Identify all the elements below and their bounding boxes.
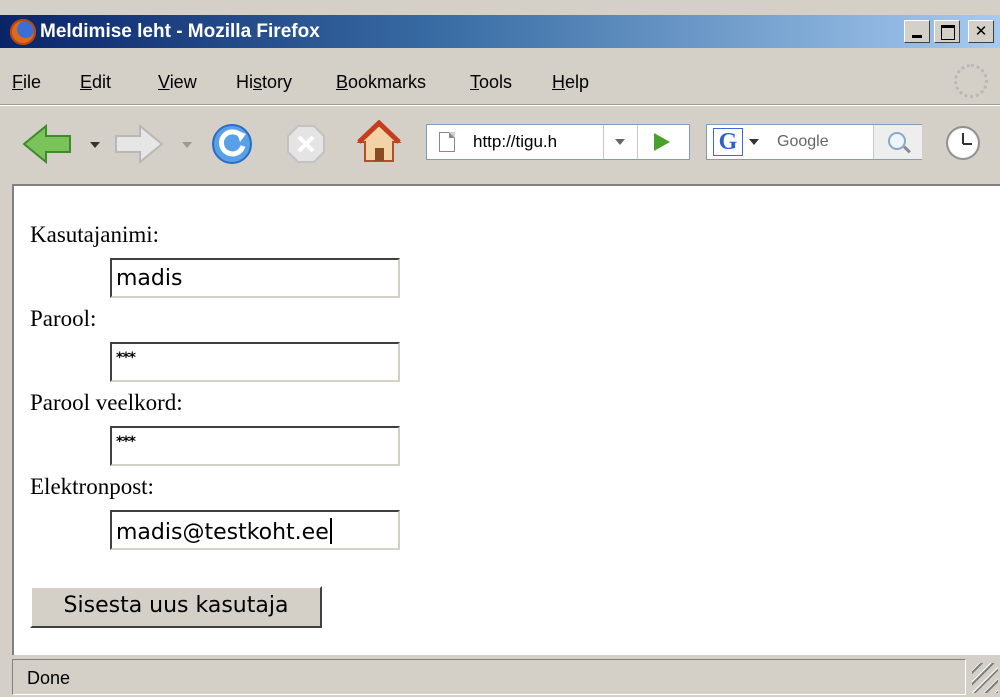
search-bar[interactable]: G Google bbox=[706, 124, 922, 160]
status-panel: Done bbox=[12, 659, 966, 695]
go-arrow-icon bbox=[654, 133, 670, 151]
menu-bar: File Edit View History Bookmarks Tools H… bbox=[0, 60, 1000, 106]
password-repeat-label: Parool veelkord: bbox=[30, 390, 183, 415]
address-bar[interactable]: http://tigu.h bbox=[426, 124, 690, 160]
menu-edit-rest: dit bbox=[92, 72, 112, 92]
search-engine-icon[interactable]: G bbox=[713, 128, 743, 156]
throbber-icon bbox=[954, 64, 988, 98]
go-button[interactable] bbox=[637, 125, 690, 159]
window-title: Meldimise leht - Mozilla Firefox bbox=[40, 21, 320, 42]
menu-bookmarks-rest: ookmarks bbox=[348, 72, 427, 92]
url-text[interactable]: http://tigu.h bbox=[473, 132, 557, 152]
resize-grip-icon[interactable] bbox=[972, 663, 998, 693]
email-label: Elektronpost: bbox=[30, 474, 154, 499]
back-arrow-icon[interactable] bbox=[22, 124, 74, 164]
search-button[interactable] bbox=[873, 125, 922, 159]
status-text: Done bbox=[27, 668, 71, 688]
stop-icon[interactable] bbox=[286, 124, 326, 164]
menu-edit[interactable]: Edit bbox=[80, 72, 111, 93]
maximize-button[interactable] bbox=[934, 20, 960, 43]
menu-history-rest: tory bbox=[262, 72, 293, 92]
search-engine-dropdown-icon[interactable] bbox=[749, 139, 759, 145]
menu-history[interactable]: History bbox=[236, 72, 292, 93]
back-history-dropdown-icon[interactable] bbox=[90, 142, 100, 148]
submit-button[interactable]: Sisesta uus kasutaja bbox=[30, 586, 322, 628]
email-value: madis@testkoht.ee bbox=[116, 520, 329, 545]
page-content: Kasutajanimi: madis Parool: *** Parool v… bbox=[12, 184, 1000, 655]
home-icon[interactable] bbox=[356, 120, 402, 164]
menu-help-mnemonic: H bbox=[552, 72, 565, 92]
title-bar[interactable]: Meldimise leht - Mozilla Firefox ✕ bbox=[0, 15, 1000, 48]
menu-tools-mnemonic: T bbox=[470, 72, 479, 92]
firefox-window: Meldimise leht - Mozilla Firefox ✕ File … bbox=[0, 0, 1000, 697]
menu-history-mnemonic: s bbox=[253, 72, 262, 92]
password-label: Parool: bbox=[30, 306, 97, 331]
menu-view[interactable]: View bbox=[158, 72, 197, 93]
search-input[interactable]: Google bbox=[777, 133, 829, 151]
menu-help[interactable]: Help bbox=[552, 72, 589, 93]
magnifier-icon bbox=[888, 132, 906, 150]
menu-edit-mnemonic: E bbox=[80, 72, 93, 92]
menu-view-mnemonic: V bbox=[158, 72, 170, 92]
close-button[interactable]: ✕ bbox=[968, 20, 994, 43]
menu-help-rest: elp bbox=[565, 72, 590, 92]
firefox-icon bbox=[10, 19, 36, 45]
username-input[interactable]: madis bbox=[110, 258, 400, 298]
minimize-button[interactable] bbox=[904, 20, 930, 43]
menu-tools-rest: ools bbox=[479, 72, 513, 92]
navigation-toolbar: http://tigu.h G Google bbox=[0, 106, 1000, 182]
menu-view-rest: iew bbox=[169, 72, 197, 92]
password-input[interactable]: *** bbox=[110, 342, 400, 382]
menu-file-rest: ile bbox=[23, 72, 42, 92]
menu-file-mnemonic: F bbox=[12, 72, 23, 92]
reload-icon[interactable] bbox=[210, 122, 254, 166]
menu-bookmarks-mnemonic: B bbox=[336, 72, 349, 92]
menu-bookmarks[interactable]: Bookmarks bbox=[336, 72, 426, 93]
text-caret bbox=[329, 518, 332, 544]
history-clock-icon[interactable] bbox=[946, 126, 980, 160]
email-input[interactable]: madis@testkoht.ee bbox=[110, 510, 400, 550]
status-bar: Done bbox=[0, 657, 1000, 697]
menu-tools[interactable]: Tools bbox=[470, 72, 512, 93]
chevron-down-icon bbox=[615, 139, 625, 145]
password-repeat-input[interactable]: *** bbox=[110, 426, 400, 466]
page-icon bbox=[439, 132, 455, 152]
forward-arrow-icon[interactable] bbox=[112, 124, 164, 164]
menu-history-pre: Hi bbox=[236, 72, 253, 92]
forward-history-dropdown-icon[interactable] bbox=[182, 142, 192, 148]
username-label: Kasutajanimi: bbox=[30, 222, 160, 247]
url-history-dropdown[interactable] bbox=[603, 125, 636, 159]
menu-file[interactable]: File bbox=[12, 72, 41, 93]
